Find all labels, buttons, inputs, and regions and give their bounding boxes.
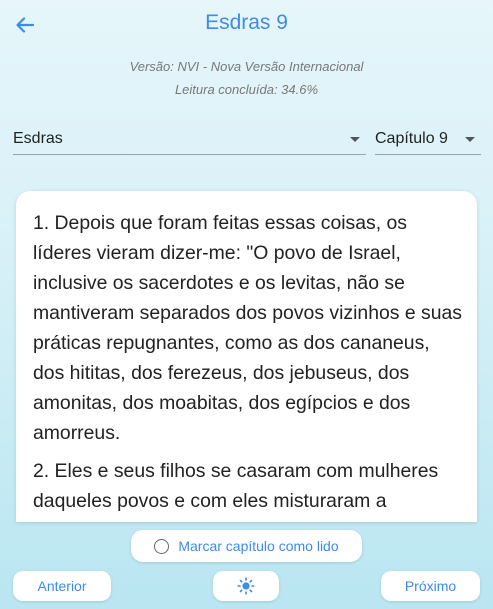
app-bar: Esdras 9: [0, 0, 493, 50]
book-select[interactable]: Esdras: [13, 124, 366, 155]
verse: 2. Eles e seus filhos se casaram com mul…: [33, 460, 439, 512]
page-title: Esdras 9: [205, 11, 288, 34]
caret-down-icon: [465, 137, 475, 142]
mark-chapter-read-label: Marcar capítulo como lido: [178, 538, 339, 554]
previous-button[interactable]: Anterior: [13, 571, 111, 601]
book-select-value: Esdras: [13, 130, 63, 147]
verse: 1. Depois que foram feitas essas coisas,…: [33, 212, 462, 444]
previous-label: Anterior: [37, 578, 87, 594]
next-label: Próximo: [404, 578, 457, 594]
mark-chapter-read-button[interactable]: Marcar capítulo como lido: [131, 530, 362, 562]
reading-progress: Leitura concluída: 34.6%: [174, 82, 319, 97]
caret-down-icon: [350, 137, 360, 142]
chapter-text-card[interactable]: 1. Depois que foram feitas essas coisas,…: [16, 191, 477, 522]
verse-list: 1. Depois que foram feitas essas coisas,…: [16, 191, 477, 516]
sun-icon: [237, 577, 255, 595]
radio-unchecked-icon: [154, 538, 170, 554]
chapter-select-value: Capítulo 9: [375, 130, 448, 147]
chapter-select[interactable]: Capítulo 9: [375, 124, 481, 155]
version-label: Versão: NVI - Nova Versão Internacional: [129, 59, 364, 74]
next-button[interactable]: Próximo: [381, 571, 480, 601]
theme-toggle-button[interactable]: [213, 571, 279, 601]
